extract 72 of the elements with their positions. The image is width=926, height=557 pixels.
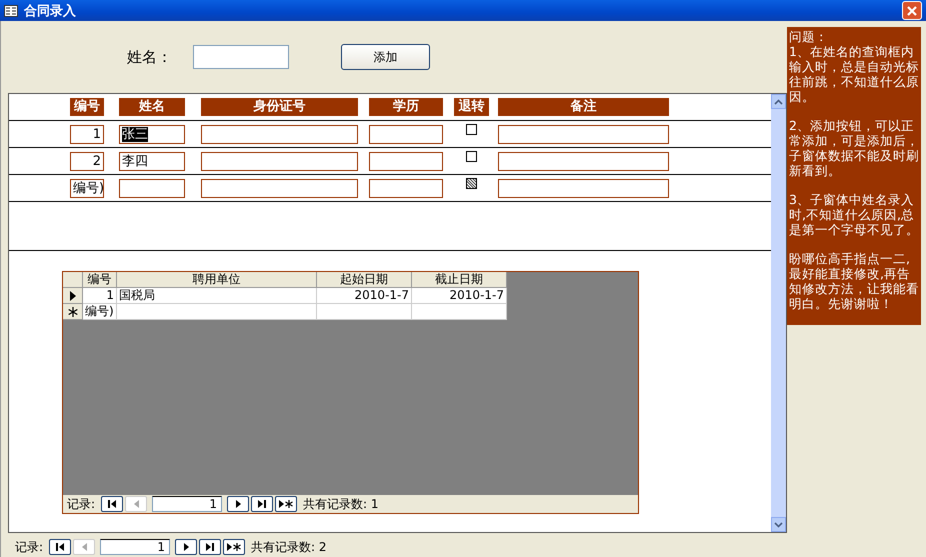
name-search-field[interactable] bbox=[193, 45, 289, 69]
record-label: 记录: bbox=[15, 538, 44, 556]
name-label: 姓名： bbox=[127, 48, 173, 66]
new-record-icon bbox=[68, 306, 78, 316]
column-header: 聘用单位 bbox=[117, 272, 317, 288]
id-field[interactable]: 编号) bbox=[70, 178, 104, 198]
checkbox[interactable] bbox=[466, 151, 477, 162]
note-text: 盼哪位高手指点一二,最好能直接修改,再告知修改方法，让我能看明白。先谢谢啦！ bbox=[789, 251, 919, 311]
id-card-field[interactable] bbox=[201, 124, 358, 144]
education-field[interactable] bbox=[369, 178, 443, 198]
name-field[interactable]: 张三 bbox=[119, 124, 185, 144]
record-count: 共有记录数: 1 bbox=[303, 496, 379, 512]
current-record-icon bbox=[68, 290, 76, 300]
note-text: 1、在姓名的查询框内输入时，总是自动光标往前跳，不知道什么原因。 bbox=[789, 44, 919, 104]
record-nav-button[interactable] bbox=[175, 539, 198, 555]
id-card-field[interactable] bbox=[201, 152, 358, 170]
id-card-field[interactable] bbox=[201, 178, 358, 198]
column-header: 编号 bbox=[83, 272, 117, 288]
id-field[interactable]: 2 bbox=[70, 152, 104, 170]
record-number-field[interactable]: 1 bbox=[152, 496, 222, 512]
scroll-up-icon bbox=[774, 98, 783, 104]
close-button[interactable] bbox=[902, 1, 922, 20]
id-field[interactable]: 1 bbox=[70, 124, 104, 144]
record-nav-button[interactable] bbox=[227, 496, 250, 512]
remarks-field[interactable] bbox=[498, 124, 669, 144]
scrollbar[interactable] bbox=[771, 94, 786, 532]
education-field[interactable] bbox=[369, 152, 443, 170]
record-nav-button[interactable] bbox=[251, 496, 274, 512]
name-field[interactable] bbox=[119, 178, 185, 198]
remarks-field[interactable] bbox=[498, 152, 669, 170]
record-nav-button[interactable] bbox=[275, 496, 298, 512]
row-selector[interactable] bbox=[63, 304, 83, 320]
note-text: 3、子窗体中姓名录入时,不知道什么原因,总是第一个字母不见了。 bbox=[789, 192, 919, 237]
column-header: 退转 bbox=[454, 98, 489, 116]
table-cell: 2010-1-7 bbox=[317, 288, 412, 304]
scroll-down-icon bbox=[774, 522, 783, 528]
add-button[interactable]: 添加 bbox=[341, 44, 430, 70]
last-record-icon bbox=[204, 541, 216, 553]
name-field[interactable]: 李四 bbox=[119, 152, 185, 170]
record-nav-button[interactable] bbox=[223, 539, 246, 555]
remarks-field[interactable] bbox=[498, 178, 669, 198]
column-header: 备注 bbox=[498, 98, 669, 116]
new-record-icon bbox=[278, 498, 294, 510]
first-record-icon bbox=[54, 541, 66, 553]
row-selector[interactable] bbox=[63, 288, 83, 304]
first-record-icon bbox=[106, 498, 118, 510]
column-header: 姓名 bbox=[119, 98, 185, 116]
close-icon bbox=[906, 4, 918, 16]
checkbox[interactable] bbox=[466, 178, 477, 189]
column-header: 身份证号 bbox=[201, 98, 358, 116]
note-text: 2、添加按钮，可以正常添加，可是添加后，子窗体数据不能及时刷新看到。 bbox=[789, 118, 919, 178]
education-field[interactable] bbox=[369, 124, 443, 144]
table-cell: 2010-1-7 bbox=[412, 288, 507, 304]
new-record-icon bbox=[226, 541, 242, 553]
record-nav-button[interactable] bbox=[101, 496, 124, 512]
column-header: 起始日期 bbox=[317, 272, 412, 288]
checkbox[interactable] bbox=[466, 124, 477, 135]
record-label: 记录: bbox=[67, 496, 96, 512]
record-nav-button[interactable] bbox=[199, 539, 222, 555]
note-text: 问题： bbox=[789, 29, 829, 44]
record-count: 共有记录数: 2 bbox=[251, 538, 327, 556]
table-cell: 1 bbox=[83, 288, 117, 304]
record-number-field[interactable]: 1 bbox=[100, 539, 170, 555]
form-icon bbox=[4, 4, 18, 16]
record-nav-button[interactable] bbox=[49, 539, 72, 555]
window-title: 合同录入 bbox=[24, 2, 77, 20]
column-header: 截止日期 bbox=[412, 272, 507, 288]
table-cell: 编号) bbox=[83, 304, 117, 320]
column-header: 学历 bbox=[369, 98, 443, 116]
last-record-icon bbox=[256, 498, 268, 510]
column-header: 编号 bbox=[70, 98, 104, 116]
table-cell: 国税局 bbox=[117, 288, 317, 304]
